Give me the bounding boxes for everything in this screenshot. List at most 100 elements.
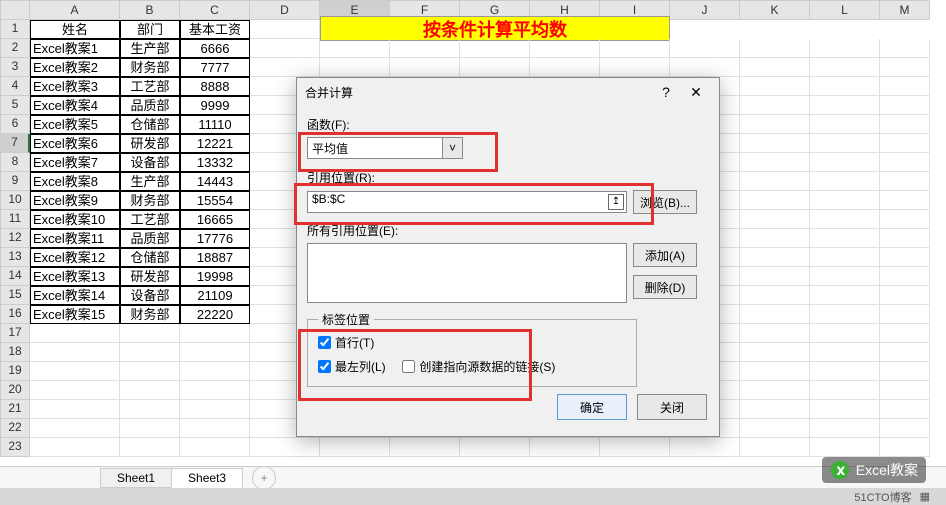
cell-dept[interactable]: 研发部 bbox=[120, 267, 180, 286]
row-header[interactable]: 17 bbox=[0, 324, 30, 343]
col-header-J[interactable]: J bbox=[670, 0, 740, 20]
cell-name[interactable]: Excel教案12 bbox=[30, 248, 120, 267]
cell-salary[interactable]: 12221 bbox=[180, 134, 250, 153]
cell-salary[interactable]: 13332 bbox=[180, 153, 250, 172]
cell-salary[interactable]: 7777 bbox=[180, 58, 250, 77]
row-header[interactable]: 11 bbox=[0, 210, 30, 229]
cell-name[interactable]: Excel教案11 bbox=[30, 229, 120, 248]
chevron-down-icon[interactable]: ˅ bbox=[443, 137, 463, 159]
left-col-checkbox[interactable]: 最左列(L) bbox=[318, 358, 386, 375]
row-header[interactable]: 12 bbox=[0, 229, 30, 248]
cell-dept[interactable]: 仓储部 bbox=[120, 248, 180, 267]
tab-sheet3[interactable]: Sheet3 bbox=[171, 468, 243, 488]
cell-dept[interactable]: 工艺部 bbox=[120, 210, 180, 229]
cell-dept[interactable]: 研发部 bbox=[120, 134, 180, 153]
cell-dept[interactable]: 工艺部 bbox=[120, 77, 180, 96]
sheet-tabs: Sheet1 Sheet3 + bbox=[0, 466, 946, 488]
row-header[interactable]: 1 bbox=[0, 20, 30, 39]
cell-name[interactable]: Excel教案9 bbox=[30, 191, 120, 210]
all-references-list[interactable] bbox=[307, 243, 627, 303]
cell-dept[interactable]: 财务部 bbox=[120, 305, 180, 324]
cell-dept[interactable]: 财务部 bbox=[120, 191, 180, 210]
cell-dept[interactable]: 设备部 bbox=[120, 286, 180, 305]
cell-name[interactable]: Excel教案4 bbox=[30, 96, 120, 115]
cell-dept[interactable]: 生产部 bbox=[120, 39, 180, 58]
cell-salary[interactable]: 19998 bbox=[180, 267, 250, 286]
cell-salary[interactable]: 16665 bbox=[180, 210, 250, 229]
col-header-L[interactable]: L bbox=[810, 0, 880, 20]
row-header[interactable]: 13 bbox=[0, 248, 30, 267]
header-dept[interactable]: 部门 bbox=[120, 20, 180, 39]
row-header[interactable]: 5 bbox=[0, 96, 30, 115]
create-links-checkbox[interactable]: 创建指向源数据的链接(S) bbox=[402, 358, 555, 375]
cell-salary[interactable]: 8888 bbox=[180, 77, 250, 96]
cell-name[interactable]: Excel教案13 bbox=[30, 267, 120, 286]
cell-name[interactable]: Excel教案8 bbox=[30, 172, 120, 191]
row-header[interactable]: 6 bbox=[0, 115, 30, 134]
cell-salary[interactable]: 22220 bbox=[180, 305, 250, 324]
cell-name[interactable]: Excel教案3 bbox=[30, 77, 120, 96]
row-header[interactable]: 18 bbox=[0, 343, 30, 362]
cell-name[interactable]: Excel教案7 bbox=[30, 153, 120, 172]
row-header[interactable]: 15 bbox=[0, 286, 30, 305]
cell-salary[interactable]: 6666 bbox=[180, 39, 250, 58]
row-header[interactable]: 3 bbox=[0, 58, 30, 77]
cell-salary[interactable]: 18887 bbox=[180, 248, 250, 267]
tab-sheet1[interactable]: Sheet1 bbox=[100, 468, 172, 488]
delete-button[interactable]: 删除(D) bbox=[633, 275, 697, 299]
cell-salary[interactable]: 14443 bbox=[180, 172, 250, 191]
add-button[interactable]: 添加(A) bbox=[633, 243, 697, 267]
row-header[interactable]: 16 bbox=[0, 305, 30, 324]
col-header-M[interactable]: M bbox=[880, 0, 930, 20]
cell-salary[interactable]: 21109 bbox=[180, 286, 250, 305]
cell-salary[interactable]: 15554 bbox=[180, 191, 250, 210]
row-header[interactable]: 2 bbox=[0, 39, 30, 58]
cell-dept[interactable]: 财务部 bbox=[120, 58, 180, 77]
row-header[interactable]: 22 bbox=[0, 419, 30, 438]
function-select[interactable]: 平均值 bbox=[307, 137, 443, 159]
col-header-B[interactable]: B bbox=[120, 0, 180, 20]
cell-salary[interactable]: 17776 bbox=[180, 229, 250, 248]
cell-name[interactable]: Excel教案15 bbox=[30, 305, 120, 324]
cell-name[interactable]: Excel教案6 bbox=[30, 134, 120, 153]
close-dialog-button[interactable]: 关闭 bbox=[637, 394, 707, 420]
header-name[interactable]: 姓名 bbox=[30, 20, 120, 39]
col-header-K[interactable]: K bbox=[740, 0, 810, 20]
row-header[interactable]: 20 bbox=[0, 381, 30, 400]
cell-dept[interactable]: 生产部 bbox=[120, 172, 180, 191]
select-all-corner[interactable] bbox=[0, 0, 30, 20]
cell-salary[interactable]: 11110 bbox=[180, 115, 250, 134]
row-header[interactable]: 4 bbox=[0, 77, 30, 96]
row-header[interactable]: 23 bbox=[0, 438, 30, 457]
cell-salary[interactable]: 9999 bbox=[180, 96, 250, 115]
reference-input[interactable]: $B:$C ↥ bbox=[307, 191, 627, 213]
cell-dept[interactable]: 设备部 bbox=[120, 153, 180, 172]
help-button[interactable]: ? bbox=[651, 81, 681, 103]
cell-dept[interactable]: 品质部 bbox=[120, 229, 180, 248]
row-header[interactable]: 19 bbox=[0, 362, 30, 381]
row-header[interactable]: 8 bbox=[0, 153, 30, 172]
header-salary[interactable]: 基本工资 bbox=[180, 20, 250, 39]
col-header-A[interactable]: A bbox=[30, 0, 120, 20]
cell-name[interactable]: Excel教案1 bbox=[30, 39, 120, 58]
top-row-checkbox[interactable]: 首行(T) bbox=[318, 334, 374, 351]
col-header-C[interactable]: C bbox=[180, 0, 250, 20]
row-header[interactable]: 21 bbox=[0, 400, 30, 419]
cell-dept[interactable]: 仓储部 bbox=[120, 115, 180, 134]
cell-name[interactable]: Excel教案5 bbox=[30, 115, 120, 134]
cell-name[interactable]: Excel教案14 bbox=[30, 286, 120, 305]
browse-button[interactable]: 浏览(B)... bbox=[633, 190, 697, 214]
ok-button[interactable]: 确定 bbox=[557, 394, 627, 420]
row-header[interactable]: 9 bbox=[0, 172, 30, 191]
close-button[interactable]: ✕ bbox=[681, 81, 711, 103]
view-normal-icon[interactable]: ▦ bbox=[920, 490, 930, 503]
add-sheet-button[interactable]: + bbox=[252, 466, 276, 490]
row-header[interactable]: 14 bbox=[0, 267, 30, 286]
row-header[interactable]: 10 bbox=[0, 191, 30, 210]
row-header[interactable]: 7 bbox=[0, 134, 30, 153]
range-picker-icon[interactable]: ↥ bbox=[608, 194, 624, 210]
cell-dept[interactable]: 品质部 bbox=[120, 96, 180, 115]
cell-name[interactable]: Excel教案10 bbox=[30, 210, 120, 229]
cell-name[interactable]: Excel教案2 bbox=[30, 58, 120, 77]
col-header-D[interactable]: D bbox=[250, 0, 320, 20]
